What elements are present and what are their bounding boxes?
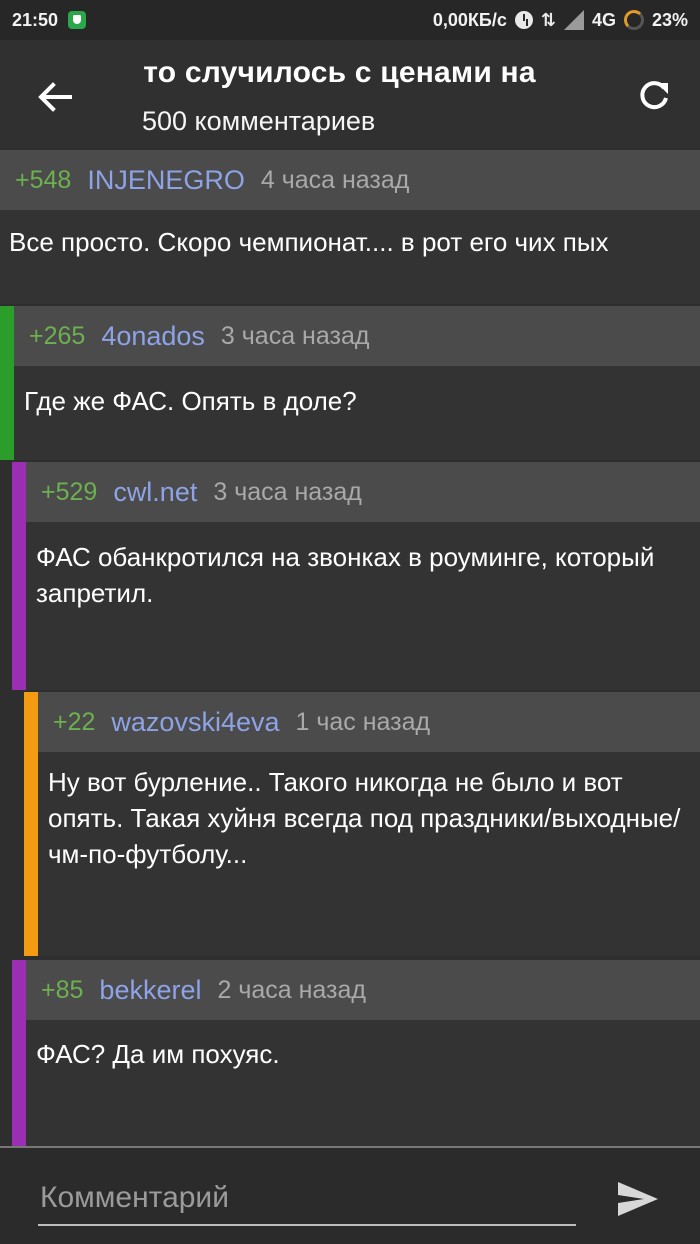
comment-rating: +529 <box>41 477 98 506</box>
comment-header: +265 4onados 3 часа назад <box>14 306 700 366</box>
status-time: 21:50 <box>12 9 59 30</box>
comment-text: Все просто. Скоро чемпионат.... в рот ег… <box>9 227 609 257</box>
thread-level-bar <box>12 462 26 690</box>
comment-author[interactable]: wazovski4eva <box>111 707 279 738</box>
shield-icon <box>68 11 87 29</box>
comment-header: +529 cwl.net 3 часа назад <box>26 462 700 522</box>
comment-time: 3 часа назад <box>213 477 362 506</box>
comment-rating: +85 <box>41 975 84 1004</box>
refresh-button[interactable] <box>628 70 680 122</box>
comment-body: Все просто. Скоро чемпионат.... в рот ег… <box>0 210 700 304</box>
back-button[interactable] <box>30 72 80 122</box>
comment-author[interactable]: cwl.net <box>113 477 197 508</box>
comment-item[interactable]: +548 INJENEGRO 4 часа назад Все просто. … <box>0 150 700 304</box>
app-bar: Что случилось с ценами на 500 комментари… <box>0 40 700 148</box>
send-button[interactable] <box>610 1174 666 1224</box>
signal-icon <box>563 10 584 30</box>
comment-time: 2 часа назад <box>217 975 366 1004</box>
comment-author[interactable]: 4onados <box>101 321 205 352</box>
comment-author[interactable]: bekkerel <box>99 975 201 1006</box>
arrow-left-icon <box>38 82 72 112</box>
comment-composer <box>0 1146 700 1244</box>
status-bar: 21:50 0,00КБ/с ⇅ 4G 23% <box>0 0 700 40</box>
comment-input[interactable] <box>38 1178 576 1226</box>
comment-text: Ну вот бурление.. Такого никогда не было… <box>48 767 681 869</box>
refresh-icon <box>640 81 668 110</box>
comment-author[interactable]: INJENEGRO <box>87 165 245 196</box>
comment-time: 1 час назад <box>295 707 431 736</box>
page-title: Что случилось с ценами на <box>142 56 536 89</box>
data-transfer-icon: ⇅ <box>540 9 556 30</box>
thread-level-bar <box>0 306 14 460</box>
comment-text: ФАС обанкротился на звонках в роуминге, … <box>36 542 655 608</box>
comment-count: 500 комментариев <box>142 106 376 136</box>
comment-item[interactable]: +265 4onados 3 часа назад Где же ФАС. Оп… <box>14 306 700 460</box>
comment-body: ФАС? Да им похуяс. <box>26 1020 700 1146</box>
comment-rating: +548 <box>15 165 72 194</box>
thread-level-bar <box>24 692 38 956</box>
comment-text: Где же ФАС. Опять в доле? <box>24 386 357 416</box>
comment-item[interactable]: +529 cwl.net 3 часа назад ФАС обанкротил… <box>26 462 700 690</box>
comment-body: ФАС обанкротился на звонках в роуминге, … <box>26 522 700 690</box>
comment-body: Где же ФАС. Опять в доле? <box>14 366 700 460</box>
comment-header: +85 bekkerel 2 часа назад <box>26 960 700 1020</box>
thread-level-bar <box>12 960 26 1146</box>
comment-text: ФАС? Да им похуяс. <box>36 1039 280 1069</box>
net-speed: 0,00КБ/с <box>432 9 507 30</box>
comment-item[interactable]: +22 wazovski4eva 1 час назад Ну вот бурл… <box>38 692 700 956</box>
network-type: 4G <box>591 9 616 30</box>
comment-header: +548 INJENEGRO 4 часа назад <box>0 150 700 210</box>
comment-body: Ну вот бурление.. Такого никогда не было… <box>38 752 700 956</box>
comment-header: +22 wazovski4eva 1 час назад <box>38 692 700 752</box>
comment-rating: +22 <box>53 707 96 736</box>
battery-icon <box>623 10 644 30</box>
send-icon <box>618 1182 658 1216</box>
alarm-clock-icon <box>514 11 533 29</box>
comment-time: 3 часа назад <box>220 321 370 350</box>
battery-level: 23% <box>651 9 688 30</box>
comment-time: 4 часа назад <box>260 165 410 194</box>
comment-rating: +265 <box>29 321 86 350</box>
comment-item[interactable]: +85 bekkerel 2 часа назад ФАС? Да им пох… <box>26 960 700 1146</box>
title-container: Что случилось с ценами на <box>142 56 602 90</box>
